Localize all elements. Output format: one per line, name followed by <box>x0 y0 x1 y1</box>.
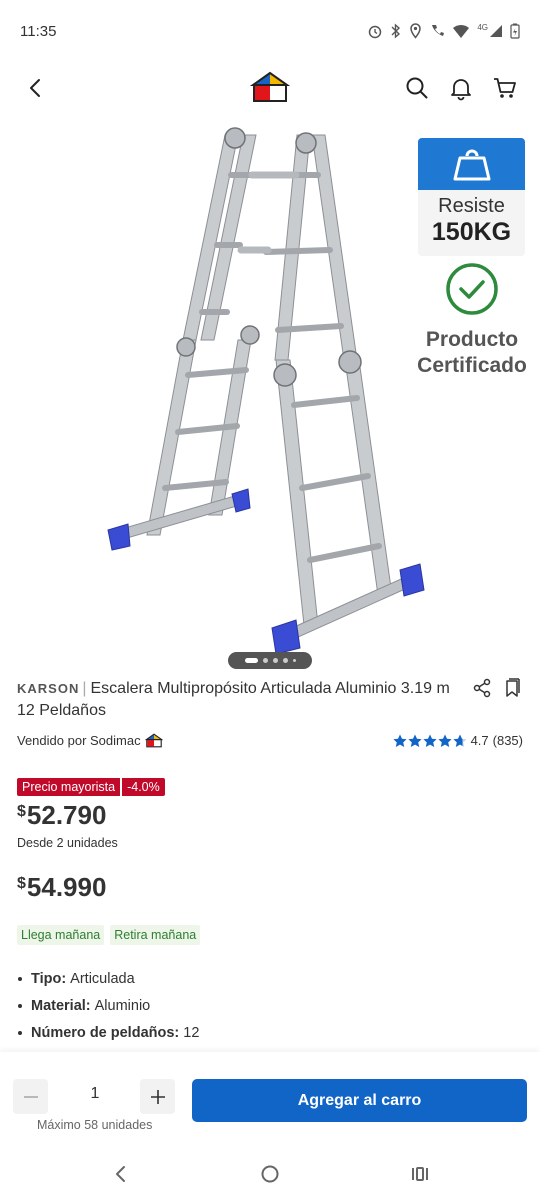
status-time: 11:35 <box>20 22 57 40</box>
bluetooth-icon <box>391 23 401 39</box>
star-icon <box>437 734 452 747</box>
network-type: 4G <box>477 22 488 32</box>
star-icon <box>422 734 437 747</box>
bell-icon <box>451 79 471 101</box>
save-list-button[interactable] <box>503 678 523 698</box>
load-capacity-badge: Resiste 150KG <box>418 138 525 256</box>
certified-badge: Producto Certificado <box>412 262 532 379</box>
bullet <box>18 1003 22 1008</box>
header-actions <box>404 74 518 102</box>
location-icon <box>410 23 422 39</box>
search-button[interactable] <box>404 74 430 102</box>
bullet <box>18 976 22 981</box>
share-button[interactable] <box>472 678 492 698</box>
check-circle-icon <box>446 263 498 315</box>
regular-price: $54.990 <box>17 872 106 903</box>
sodimac-mini-logo-icon <box>144 733 163 748</box>
chevron-left-icon <box>30 79 40 97</box>
spec-list: Tipo: Articulada Material: Aluminio Número… <box>17 965 199 1046</box>
app-header <box>0 62 540 114</box>
spec-label: Tipo: <box>31 970 67 987</box>
system-back-button[interactable] <box>110 1163 132 1185</box>
rating-stars <box>392 734 467 748</box>
currency-symbol: $ <box>17 803 26 820</box>
signal-icon <box>490 25 502 37</box>
weight-icon <box>453 149 490 181</box>
bookmark-icon <box>506 678 520 697</box>
house-logo-icon <box>249 71 291 102</box>
system-nav-bar <box>0 1150 540 1200</box>
alarm-icon <box>369 25 382 39</box>
load-label: Resiste <box>438 195 505 217</box>
promo-badge: Precio mayorista -4.0% <box>17 778 165 796</box>
promo-label: Precio mayorista <box>17 778 121 796</box>
spec-label: Material: <box>31 997 91 1014</box>
battery-icon <box>510 23 520 39</box>
delivery-tag: Llega mañana <box>17 925 105 945</box>
spec-value: Articulada <box>70 970 135 987</box>
cart-button[interactable] <box>492 74 518 102</box>
badge-header <box>418 138 525 190</box>
spec-item: Número de peldaños: 12 <box>17 1019 199 1046</box>
quantity-increase-button[interactable] <box>140 1079 175 1114</box>
system-recents-button[interactable] <box>410 1164 430 1184</box>
plus-icon <box>150 1089 165 1104</box>
currency-symbol: $ <box>17 875 26 892</box>
brand-name[interactable]: KARSON <box>17 681 79 696</box>
rating-value: 4.7 <box>470 733 489 748</box>
load-value: 150KG <box>431 218 512 246</box>
purchase-bar: 1 Máximo 58 unidades Agregar al carro <box>0 1052 540 1150</box>
wholesale-note: Desde 2 unidades <box>17 836 118 850</box>
quantity-decrease-button[interactable] <box>13 1079 48 1114</box>
spec-label: Número de peldaños: <box>31 1024 180 1041</box>
notifications-button[interactable] <box>448 74 474 102</box>
spec-item: Material: Aluminio <box>17 992 199 1019</box>
wifi-call-icon <box>432 25 445 36</box>
sodimac-logo[interactable] <box>249 71 291 103</box>
seller-info: Vendido por Sodimac <box>17 733 163 748</box>
quantity-value[interactable]: 1 <box>70 1085 120 1103</box>
pickup-tag: Retira mañana <box>110 925 201 945</box>
seller-label: Vendido por Sodimac <box>17 733 141 748</box>
certified-line1: Producto <box>425 328 519 351</box>
back-button[interactable] <box>22 74 50 102</box>
system-home-button[interactable] <box>260 1164 280 1184</box>
star-half-icon <box>452 734 467 747</box>
wholesale-price-value: 52.790 <box>26 800 107 830</box>
share-icon <box>473 678 491 698</box>
carousel-indicator[interactable] <box>228 652 312 669</box>
review-count[interactable]: (835) <box>493 733 523 748</box>
wifi-icon <box>453 24 470 38</box>
regular-price-value: 54.990 <box>26 872 107 902</box>
search-icon <box>406 77 428 99</box>
title-separator: | <box>82 680 87 697</box>
minus-icon <box>23 1095 38 1098</box>
delivery-tags: Llega mañana Retira mañana <box>17 925 201 945</box>
max-units-note: Máximo 58 unidades <box>37 1118 153 1132</box>
carousel-dot-active[interactable] <box>244 658 258 663</box>
add-to-cart-button[interactable]: Agregar al carro <box>192 1079 527 1122</box>
product-rating[interactable]: 4.7 (835) <box>392 733 523 748</box>
star-icon <box>392 734 407 747</box>
nav-back-icon <box>116 1166 125 1182</box>
carousel-dot[interactable] <box>272 658 278 663</box>
nav-home-icon <box>261 1165 279 1183</box>
cart-icon <box>494 78 516 98</box>
status-bar: 11:35 4G <box>0 0 540 62</box>
nav-recents-icon <box>412 1167 428 1181</box>
bullet <box>18 1030 22 1035</box>
status-icons: 4G <box>367 23 520 39</box>
carousel-dot[interactable] <box>262 658 268 663</box>
certified-line2: Certificado <box>417 354 527 377</box>
discount-badge: -4.0% <box>122 778 165 796</box>
spec-value: Aluminio <box>94 997 151 1014</box>
wholesale-price: $52.790 <box>17 800 106 831</box>
spec-item: Tipo: Articulada <box>17 965 199 992</box>
star-icon <box>407 734 422 747</box>
spec-value: 12 <box>183 1024 200 1041</box>
carousel-dot[interactable] <box>292 659 296 662</box>
carousel-dot[interactable] <box>282 658 288 663</box>
product-title: KARSON | Escalera Multipropósito Articulad… <box>17 678 457 722</box>
